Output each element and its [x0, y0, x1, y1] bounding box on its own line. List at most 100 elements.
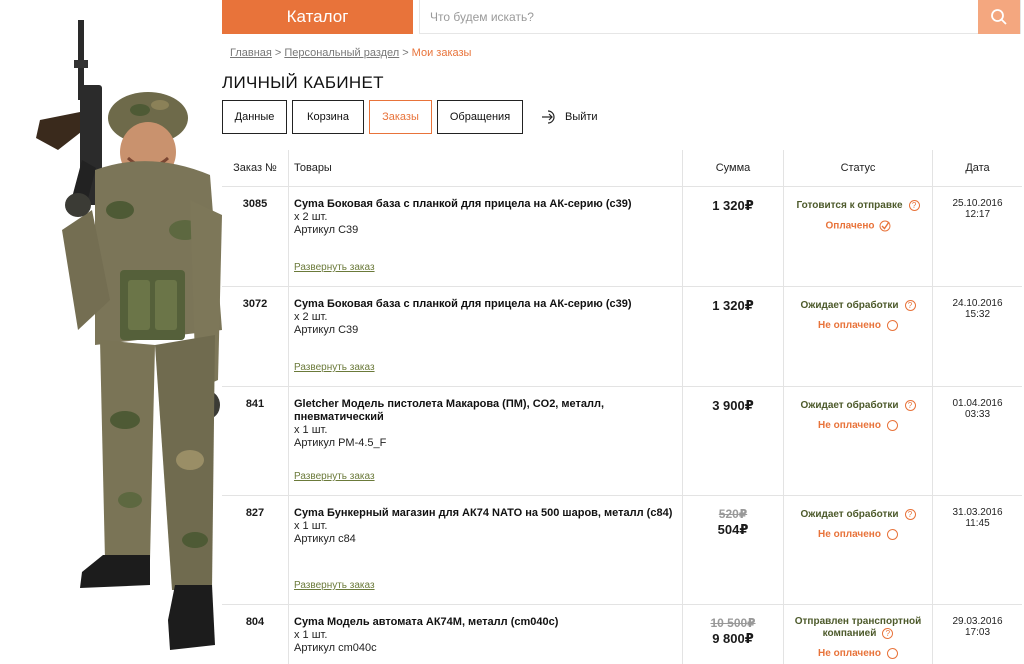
question-icon[interactable]: ?: [904, 300, 916, 311]
product-qty: х 1 шт.: [294, 424, 328, 436]
rifle-illustration: [36, 20, 102, 210]
order-time: 11:45: [965, 518, 990, 529]
search-icon: [991, 9, 1007, 25]
expand-order-link[interactable]: Развернуть заказ: [294, 361, 375, 374]
order-time: 12:17: [964, 209, 991, 220]
order-status: Ожидает обработки: [800, 300, 899, 312]
question-icon[interactable]: ?: [908, 200, 920, 211]
page-title: ЛИЧНЫЙ КАБИНЕТ: [222, 73, 384, 92]
product-name: Gletcher Модель пистолета Макарова (ПМ),…: [294, 398, 605, 423]
column-header-number: Заказ №: [222, 150, 289, 186]
payment-status: Не оплачено: [818, 648, 881, 660]
question-icon[interactable]: ?: [882, 628, 894, 639]
tab-cart[interactable]: Корзина: [292, 100, 364, 134]
product-name: Cyma Бункерный магазин для АК74 NATO на …: [294, 507, 673, 519]
order-price: 9 800: [712, 631, 745, 646]
order-number: 3085: [242, 198, 268, 210]
column-header-sum: Сумма: [683, 150, 784, 186]
payment-status: Не оплачено: [818, 529, 881, 541]
currency-symbol: ₽: [738, 507, 748, 521]
order-price: 3 900: [712, 398, 745, 413]
product-qty: х 1 шт.: [294, 629, 328, 641]
order-date: 29.03.2016: [952, 616, 1003, 627]
breadcrumb-separator: >: [402, 47, 409, 59]
column-header-status: Статус: [784, 150, 933, 186]
question-icon[interactable]: ?: [904, 509, 916, 520]
table-row: 804 Cyma Модель автомата АК74М, металл (…: [222, 605, 1022, 664]
order-status: Ожидает обработки: [800, 509, 899, 521]
breadcrumb-current: Мои заказы: [411, 47, 472, 59]
product-name: Cyma Модель автомата АК74М, металл (cm04…: [294, 616, 559, 628]
column-header-date: Дата: [965, 162, 990, 174]
tab-orders[interactable]: Заказы: [369, 100, 432, 134]
soldier-illustration: [36, 20, 222, 650]
order-number: 841: [245, 398, 265, 410]
order-status: Отправлен транспортной компанией: [794, 616, 922, 640]
table-row: 3085 Cyma Боковая база с планкой для при…: [222, 187, 1022, 287]
currency-symbol: ₽: [744, 198, 754, 213]
empty-circle-icon: [886, 648, 898, 660]
product-name: Cyma Боковая база с планкой для прицела …: [294, 298, 632, 310]
order-time: 15:32: [964, 309, 991, 320]
product-qty: х 2 шт.: [294, 311, 328, 323]
product-sku: Артикул C39: [294, 324, 359, 336]
expand-order-link[interactable]: Развернуть заказ: [294, 579, 375, 592]
orders-table: Заказ № Товары Сумма Статус Дата 3085 Cy…: [222, 150, 1022, 664]
product-sku: Артикул c84: [294, 533, 356, 545]
order-old-price: 10 500: [710, 616, 748, 630]
product-name: Cyma Боковая база с планкой для прицела …: [294, 198, 632, 210]
payment-status: Оплачено: [825, 220, 875, 232]
empty-circle-icon: [886, 420, 898, 432]
payment-status: Не оплачено: [818, 320, 881, 332]
order-time: 17:03: [964, 627, 991, 638]
order-date: 31.03.2016: [952, 507, 1003, 518]
expand-order-link[interactable]: Развернуть заказ: [294, 261, 375, 274]
logout-button[interactable]: Выйти: [541, 100, 598, 134]
order-price: 1 320: [712, 298, 745, 313]
order-price: 1 320: [712, 198, 745, 213]
product-qty: х 1 шт.: [294, 520, 328, 532]
currency-symbol: ₽: [744, 298, 754, 313]
payment-status: Не оплачено: [818, 420, 881, 432]
order-date: 25.10.2016: [952, 198, 1003, 209]
breadcrumb: Главная > Персональный раздел > Мои заказы: [230, 47, 471, 59]
order-date: 01.04.2016: [952, 398, 1003, 409]
order-time: 03:33: [964, 409, 991, 420]
search-bar: [419, 0, 1021, 34]
order-status: Ожидает обработки: [800, 400, 899, 412]
table-row: 3072 Cyma Боковая база с планкой для при…: [222, 287, 1022, 387]
order-date: 24.10.2016: [952, 298, 1003, 309]
product-qty: х 2 шт.: [294, 211, 328, 223]
order-number: 3072: [242, 298, 268, 310]
empty-circle-icon: [886, 320, 898, 332]
empty-circle-icon: [886, 529, 898, 541]
expand-order-link[interactable]: Развернуть заказ: [294, 470, 375, 483]
product-sku: Артикул C39: [294, 224, 359, 236]
question-icon[interactable]: ?: [904, 400, 916, 411]
table-header: Заказ № Товары Сумма Статус Дата: [222, 150, 1022, 187]
currency-symbol: ₽: [744, 398, 754, 413]
order-number: 827: [245, 507, 265, 519]
product-sku: Артикул PM-4.5_F: [294, 437, 387, 449]
account-tabs: Данные Корзина Заказы Обращения Выйти: [222, 100, 598, 134]
breadcrumb-separator: >: [274, 47, 282, 59]
search-button[interactable]: [978, 0, 1020, 34]
currency-symbol: ₽: [744, 631, 754, 646]
currency-symbol: ₽: [747, 616, 756, 630]
currency-symbol: ₽: [739, 522, 749, 537]
order-old-price: 520: [718, 507, 739, 521]
tab-data[interactable]: Данные: [222, 100, 287, 134]
table-row: 827 Cyma Бункерный магазин для АК74 NATO…: [222, 496, 1022, 605]
breadcrumb-home[interactable]: Главная: [230, 47, 272, 59]
catalog-button[interactable]: Каталог: [222, 0, 413, 34]
search-input[interactable]: [420, 0, 980, 33]
breadcrumb-personal[interactable]: Персональный раздел: [284, 47, 399, 59]
order-status: Готовится к отправке: [796, 200, 903, 212]
logout-icon: [542, 110, 555, 124]
logout-label: Выйти: [565, 111, 598, 123]
order-number: 804: [245, 616, 265, 628]
product-sku: Артикул cm040c: [294, 642, 377, 654]
column-header-goods: Товары: [289, 150, 683, 186]
order-price: 504: [717, 522, 740, 537]
tab-requests[interactable]: Обращения: [437, 100, 523, 134]
